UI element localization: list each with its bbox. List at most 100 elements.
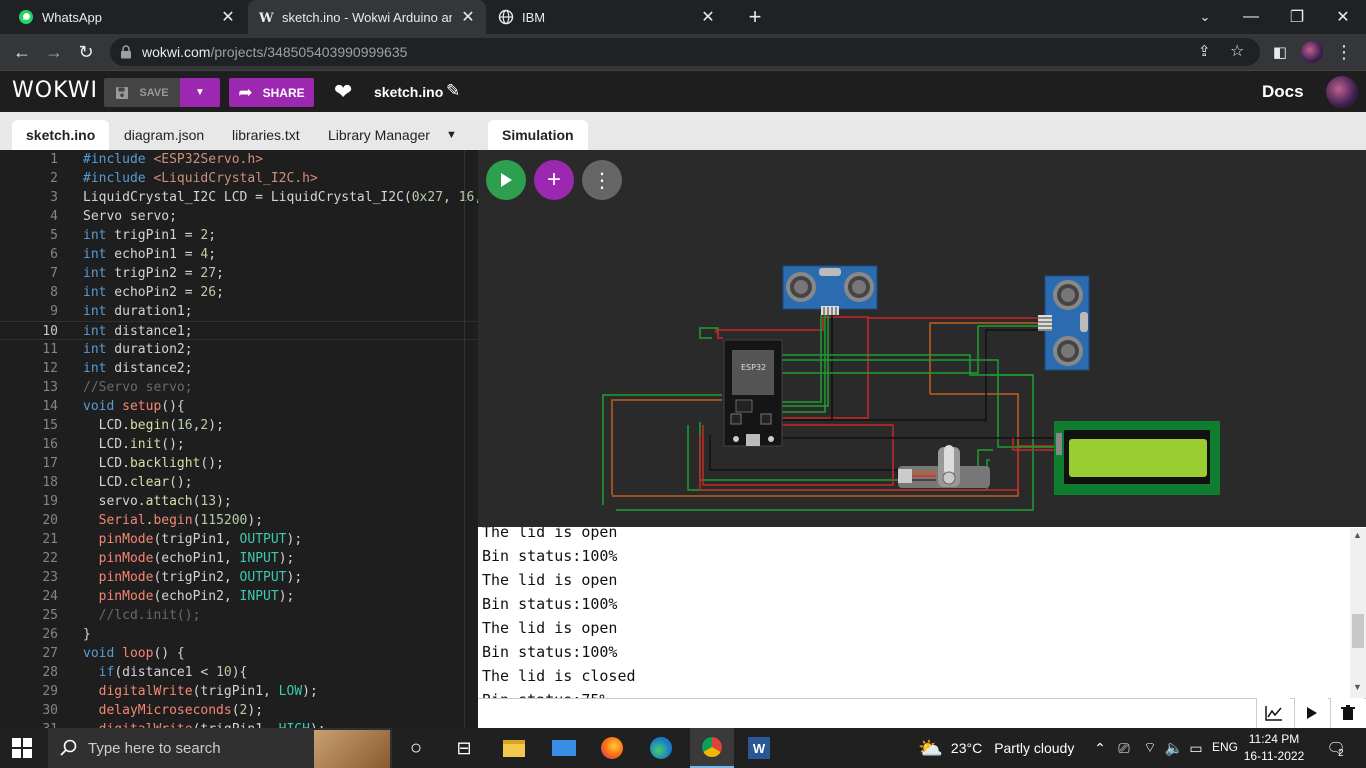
restore-button[interactable]: ❐ (1274, 0, 1320, 34)
share-arrow-icon: ➦ (238, 82, 253, 102)
heart-icon[interactable]: ❤ (334, 79, 352, 105)
sidebar-icon[interactable]: ◧ (1268, 40, 1292, 64)
code-line[interactable]: 7 int trigPin2 = 27; (0, 264, 478, 283)
file-explorer-icon[interactable] (500, 734, 528, 762)
user-avatar[interactable] (1326, 76, 1358, 108)
code-line[interactable]: 28 if(distance1 < 10){ (0, 663, 478, 682)
code-line[interactable]: 27 void loop() { (0, 644, 478, 663)
clock[interactable]: 11:24 PM 16-11-2022 (1240, 731, 1308, 765)
code-line[interactable]: 11 int duration2; (0, 340, 478, 359)
save-dropdown-button[interactable]: ▼ (180, 78, 220, 107)
line-number: 5 (50, 228, 58, 243)
back-arrow-icon[interactable]: ← (10, 40, 34, 64)
serial-scrollbar[interactable]: ▲ ▼ (1350, 528, 1366, 698)
bookmark-star-icon[interactable]: ☆ (1230, 41, 1244, 61)
address-bar[interactable]: wokwi.com/projects/348505403990999635 ⇪ … (110, 38, 1260, 66)
tab-library-manager[interactable]: Library Manager (314, 120, 444, 150)
tabs-dropdown-icon[interactable]: ▼ (432, 120, 471, 150)
line-number: 20 (42, 513, 58, 528)
tab-libraries-txt[interactable]: libraries.txt (218, 120, 314, 150)
scroll-down-icon[interactable]: ▼ (1353, 682, 1362, 692)
code-line[interactable]: 20 Serial.begin(115200); (0, 511, 478, 530)
wokwi-logo[interactable]: WOKWI (12, 78, 98, 103)
serial-input[interactable] (478, 698, 1366, 728)
editor-tabs: sketch.ino diagram.json libraries.txt Li… (0, 112, 478, 150)
chrome-icon[interactable] (690, 728, 734, 768)
code-line[interactable]: 21 pinMode(trigPin1, OUTPUT); (0, 530, 478, 549)
close-tab-icon[interactable]: ✕ (700, 7, 716, 27)
code-line[interactable]: 26} (0, 625, 478, 644)
battery-icon[interactable]: ▭ (1182, 734, 1210, 762)
forward-arrow-icon[interactable]: → (42, 40, 66, 64)
new-tab-button[interactable]: + (732, 0, 778, 34)
code-line[interactable]: 18 LCD.clear(); (0, 473, 478, 492)
windows-start-icon[interactable] (12, 738, 32, 758)
code-line[interactable]: 23 pinMode(trigPin2, OUTPUT); (0, 568, 478, 587)
tab-whatsapp[interactable]: WhatsApp ✕ (8, 0, 246, 34)
code-line[interactable]: 4 Servo servo; (0, 207, 478, 226)
code-line[interactable]: 22 pinMode(echoPin1, INPUT); (0, 549, 478, 568)
tab-diagram-json[interactable]: diagram.json (110, 120, 218, 150)
code-line[interactable]: 9 int duration1; (0, 302, 478, 321)
serial-scrollbar-thumb[interactable] (1352, 614, 1364, 648)
notifications-icon[interactable]: 🗨 (1322, 734, 1350, 762)
tab-simulation[interactable]: Simulation (488, 120, 588, 150)
docs-link[interactable]: Docs (1262, 82, 1304, 102)
close-tab-icon[interactable]: ✕ (460, 7, 476, 27)
simulation-canvas[interactable]: + ⋮ ESP32 (478, 150, 1366, 527)
taskbar-search-box[interactable]: Type here to search (48, 728, 392, 768)
code-line[interactable]: 15 LCD.begin(16,2); (0, 416, 478, 435)
minimize-button[interactable]: — (1228, 0, 1274, 34)
code-line[interactable]: 1 #include <ESP32Servo.h> (0, 150, 478, 169)
task-view-icon[interactable]: ⊟ (450, 734, 478, 762)
share-page-icon[interactable]: ⇪ (1198, 42, 1211, 60)
close-tab-icon[interactable]: ✕ (220, 7, 236, 27)
weather-widget[interactable]: ⛅ 23°C Partly cloudy (918, 728, 1074, 768)
code-line[interactable]: 2 #include <LiquidCrystal_I2C.h> (0, 169, 478, 188)
code-line[interactable]: 12 int distance2; (0, 359, 478, 378)
code-line[interactable]: 19 servo.attach(13); (0, 492, 478, 511)
pencil-icon[interactable]: ✎ (446, 81, 460, 101)
profile-avatar[interactable] (1300, 40, 1324, 64)
code-line[interactable]: 25 //lcd.init(); (0, 606, 478, 625)
share-button[interactable]: ➦ SHARE (229, 78, 314, 107)
chart-line-icon (1264, 706, 1282, 721)
code-line[interactable]: 24 pinMode(echoPin2, INPUT); (0, 587, 478, 606)
line-number: 25 (42, 608, 58, 623)
weather-temp: 23°C (950, 740, 983, 756)
tab-ibm[interactable]: IBM ✕ (488, 0, 726, 34)
code-line[interactable]: 29 digitalWrite(trigPin1, LOW); (0, 682, 478, 701)
clear-serial-button[interactable] (1330, 698, 1364, 728)
serial-play-button[interactable] (1294, 698, 1328, 728)
browser-menu-icon[interactable]: ⋮ (1332, 40, 1356, 64)
code-line[interactable]: 6 int echoPin1 = 4; (0, 245, 478, 264)
code-line[interactable]: 3 LiquidCrystal_I2C LCD = LiquidCrystal_I… (0, 188, 478, 207)
code-line[interactable]: 13 //Servo servo; (0, 378, 478, 397)
ultrasonic-sensor-2 (1038, 275, 1090, 371)
code-line[interactable]: 5 int trigPin1 = 2; (0, 226, 478, 245)
close-window-button[interactable]: ✕ (1320, 0, 1366, 34)
code-line[interactable]: 16 LCD.init(); (0, 435, 478, 454)
code-line[interactable]: 14 void setup(){ (0, 397, 478, 416)
mail-icon[interactable] (550, 734, 578, 762)
line-number: 30 (42, 703, 58, 718)
code-line[interactable]: 8 int echoPin2 = 26; (0, 283, 478, 302)
code-line[interactable]: 30 delayMicroseconds(2); (0, 701, 478, 720)
word-icon[interactable]: W (745, 734, 773, 762)
device-icon[interactable]: ⎚ (1110, 734, 1138, 762)
plotter-button[interactable] (1256, 698, 1290, 728)
code-line[interactable]: 10 int distance1; (0, 321, 478, 340)
code-editor[interactable]: 1 #include <ESP32Servo.h> 2 #include <Liqui… (0, 150, 478, 730)
tab-wokwi[interactable]: W sketch.ino - Wokwi Arduino and I ✕ (248, 0, 486, 34)
tab-sketch-ino[interactable]: sketch.ino (12, 120, 110, 150)
reload-icon[interactable]: ↻ (74, 40, 98, 64)
scroll-up-icon[interactable]: ▲ (1353, 530, 1362, 540)
save-button[interactable]: SAVE (104, 78, 180, 107)
code-line[interactable]: 17 LCD.backlight(); (0, 454, 478, 473)
project-name[interactable]: sketch.ino (374, 84, 443, 100)
edge-icon[interactable] (647, 734, 675, 762)
task-view-circle-icon[interactable]: ○ (402, 734, 430, 762)
tab-search-chevron-icon[interactable]: ⌄ (1182, 0, 1228, 34)
language-indicator[interactable]: ENG (1212, 740, 1238, 754)
firefox-icon[interactable] (598, 734, 626, 762)
